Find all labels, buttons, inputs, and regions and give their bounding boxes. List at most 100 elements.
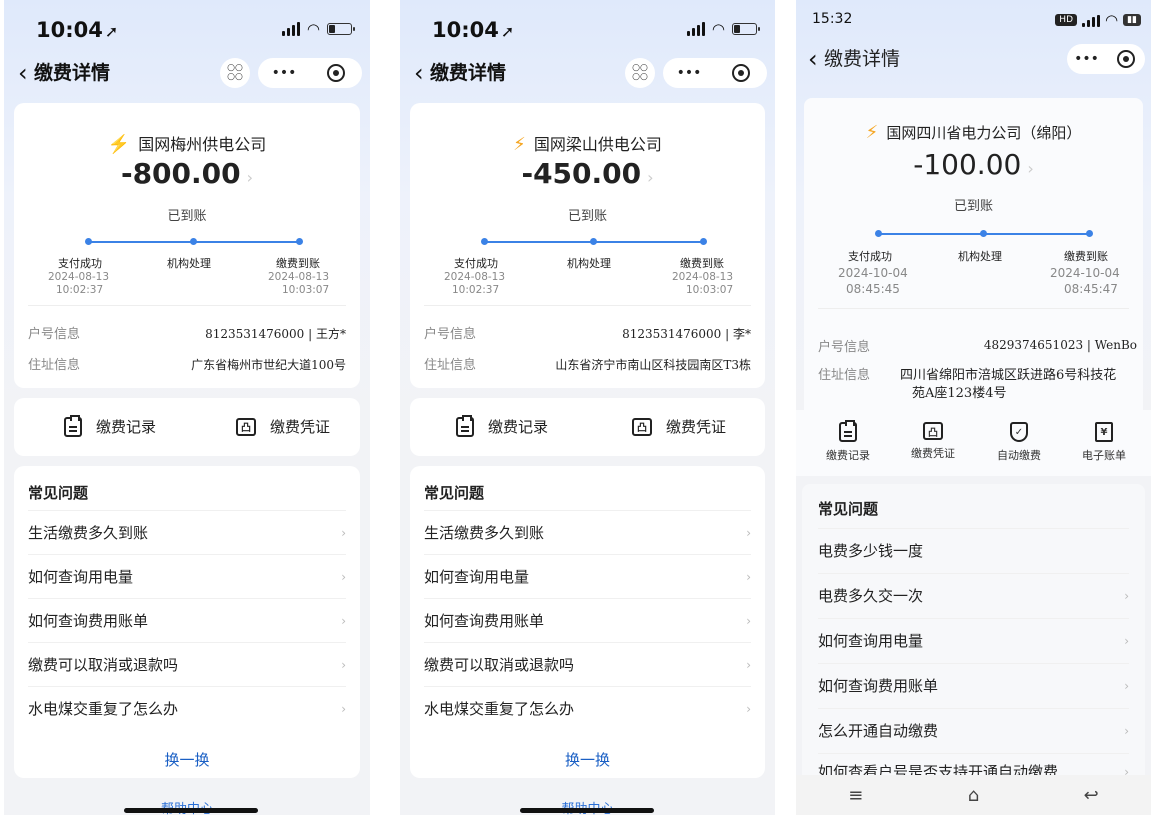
back-icon[interactable]: ‹ xyxy=(808,44,818,74)
payment-certificate-button[interactable]: 凸 缴费凭证 xyxy=(893,422,973,461)
payment-record-button[interactable]: 缴费记录 xyxy=(64,414,156,437)
company-name: ⚡ 国网梁山供电公司 xyxy=(513,134,662,155)
refresh-faq-button[interactable]: 换一换 xyxy=(14,749,360,770)
faq-item[interactable]: 缴费可以取消或退款吗 › xyxy=(28,642,346,686)
home-icon[interactable]: ⌂ xyxy=(968,785,979,806)
step-label: 支付成功 xyxy=(454,257,498,270)
chevron-right-icon: › xyxy=(746,614,751,628)
menu-icon[interactable]: ≡ xyxy=(848,785,863,806)
mini-program-code-icon[interactable]: ○○ ○○ xyxy=(625,58,655,88)
target-circle-icon[interactable] xyxy=(1106,44,1145,74)
faq-item[interactable]: 如何查询费用账单 › xyxy=(28,598,346,642)
action-label: 缴费凭证 xyxy=(911,447,955,460)
faq-item[interactable]: 如何查询费用账单 › xyxy=(424,598,751,642)
signal-icon xyxy=(1082,13,1100,27)
nav-bar: ‹ 缴费详情 ○○ ○○ ••• xyxy=(4,58,370,92)
faq-title: 常见问题 xyxy=(28,484,89,502)
faq-item[interactable]: 生活缴费多久到账 › xyxy=(28,510,346,554)
payment-record-button[interactable]: 缴费记录 xyxy=(456,414,548,437)
more-dots-icon[interactable]: ••• xyxy=(663,58,715,88)
step-label: 机构处理 xyxy=(167,257,211,270)
payment-certificate-button[interactable]: 凸 缴费凭证 xyxy=(236,416,330,437)
certificate-icon: 凸 xyxy=(632,417,652,436)
clipboard-icon xyxy=(839,420,857,442)
faq-item[interactable]: 电费多久交一次 › xyxy=(818,573,1129,618)
target-circle-icon[interactable] xyxy=(310,58,362,88)
step-time: 10:03:07 xyxy=(686,284,734,296)
auto-pay-button[interactable]: ✓ 自动缴费 xyxy=(979,422,1059,463)
faq-item[interactable]: 如何查询用电量 › xyxy=(424,554,751,598)
home-indicator xyxy=(124,808,258,813)
home-indicator xyxy=(520,808,654,813)
company-name: ⚡ 国网梅州供电公司 xyxy=(107,134,267,155)
chevron-right-icon: › xyxy=(1124,634,1129,648)
timeline-dot xyxy=(700,238,707,245)
timeline-dot xyxy=(980,230,987,237)
step-label: 缴费到账 xyxy=(1064,250,1108,263)
action-label: 电子账单 xyxy=(1082,449,1126,462)
step-label: 缴费到账 xyxy=(276,257,320,270)
timeline-dot xyxy=(1086,230,1093,237)
address-value-line1: 四川省绵阳市涪城区跃进路6号科技花 xyxy=(900,368,1117,383)
account-value: 8123531476000 | 李* xyxy=(622,327,751,341)
faq-item[interactable]: 如何查询用电量 › xyxy=(28,554,346,598)
refresh-faq-button[interactable]: 换一换 xyxy=(410,749,765,770)
status-icons: ◠ xyxy=(686,20,760,38)
mini-program-code-icon[interactable]: ○○ ○○ xyxy=(220,58,250,88)
more-dots-icon[interactable]: ••• xyxy=(258,58,310,88)
faq-title: 常见问题 xyxy=(818,500,879,518)
chevron-right-icon: › xyxy=(1124,724,1129,738)
certificate-icon: 凸 xyxy=(923,422,943,440)
timeline-dot xyxy=(85,238,92,245)
account-label: 户号信息 xyxy=(818,340,871,355)
chevron-right-icon: › xyxy=(341,702,346,716)
shield-check-icon: ✓ xyxy=(1010,422,1028,442)
target-circle-icon[interactable] xyxy=(715,58,767,88)
back-icon[interactable]: ‹ xyxy=(414,58,424,88)
faq-item[interactable]: 生活缴费多久到账 › xyxy=(424,510,751,554)
faq-item[interactable]: 如何查询用电量 › xyxy=(818,618,1129,663)
faq-item[interactable]: 缴费可以取消或退款吗 › xyxy=(424,642,751,686)
page-title: 缴费详情 xyxy=(430,62,507,84)
faq-card: 常见问题 生活缴费多久到账 › 如何查询用电量 › 如何查询费用账单 › 缴费可以取消… xyxy=(14,466,360,778)
more-dots-icon[interactable]: ••• xyxy=(1067,44,1106,74)
step-label: 缴费到账 xyxy=(680,257,724,270)
step-date: 2024-08-13 xyxy=(268,271,330,283)
payment-summary-card: ⚡ 国网四川省电力公司（绵阳） -100.00 › 已到账 支付成功 机构处理 缴费… xyxy=(804,98,1143,420)
e-bill-button[interactable]: ¥ 电子账单 xyxy=(1064,422,1144,463)
timeline-dot xyxy=(296,238,303,245)
divider xyxy=(424,305,751,306)
payment-certificate-button[interactable]: 凸 缴费凭证 xyxy=(632,416,726,437)
account-value: 4829374651023 | WenBo xyxy=(983,338,1137,352)
faq-item[interactable]: 怎么开通自动缴费 › xyxy=(818,708,1129,753)
faq-item[interactable]: 水电煤交重复了怎么办 › xyxy=(28,686,346,730)
payment-amount[interactable]: -100.00 › xyxy=(804,148,1143,181)
action-label: 缴费凭证 xyxy=(270,418,331,436)
chevron-right-icon: › xyxy=(746,570,751,584)
chevron-right-icon: › xyxy=(341,570,346,584)
payment-amount[interactable]: -800.00 › xyxy=(14,157,360,190)
back-nav-icon[interactable]: ↩ xyxy=(1084,785,1099,806)
actions-card: 缴费记录 凸 缴费凭证 ✓ 自动缴费 ¥ 电子账单 xyxy=(796,410,1151,476)
faq-item[interactable]: 电费多少钱一度 xyxy=(818,528,1129,573)
address-label: 住址信息 xyxy=(818,368,871,383)
payment-record-button[interactable]: 缴费记录 xyxy=(808,420,888,463)
phone-screen-3: 15:32 HD ◠ ▮▮ ‹ 缴费详情 ••• ⚡ 国网四川省电力公司（绵阳） … xyxy=(796,0,1151,815)
address-value-line2: 苑A座123楼4号 xyxy=(912,386,1007,401)
step-date: 2024-08-13 xyxy=(672,271,734,283)
faq-item[interactable]: 水电煤交重复了怎么办 › xyxy=(424,686,751,730)
wifi-icon: ◠ xyxy=(1105,11,1119,29)
actions-card: 缴费记录 凸 缴费凭证 xyxy=(14,398,360,456)
battery-icon: ▮▮ xyxy=(1123,14,1141,26)
chevron-right-icon: › xyxy=(341,614,346,628)
divider xyxy=(28,305,346,306)
clipboard-icon xyxy=(456,414,474,437)
address-value: 山东省济宁市南山区科技园南区T3栋 xyxy=(555,358,751,372)
faq-card: 常见问题 生活缴费多久到账 › 如何查询用电量 › 如何查询费用账单 › 缴费可以取消… xyxy=(410,466,765,778)
payment-amount[interactable]: -450.00 › xyxy=(410,157,765,190)
back-icon[interactable]: ‹ xyxy=(18,58,28,88)
nav-bar: ‹ 缴费详情 ••• xyxy=(796,44,1151,78)
timeline-dot xyxy=(875,230,882,237)
lightning-icon: ⚡ xyxy=(107,134,131,155)
faq-item[interactable]: 如何查询费用账单 › xyxy=(818,663,1129,708)
